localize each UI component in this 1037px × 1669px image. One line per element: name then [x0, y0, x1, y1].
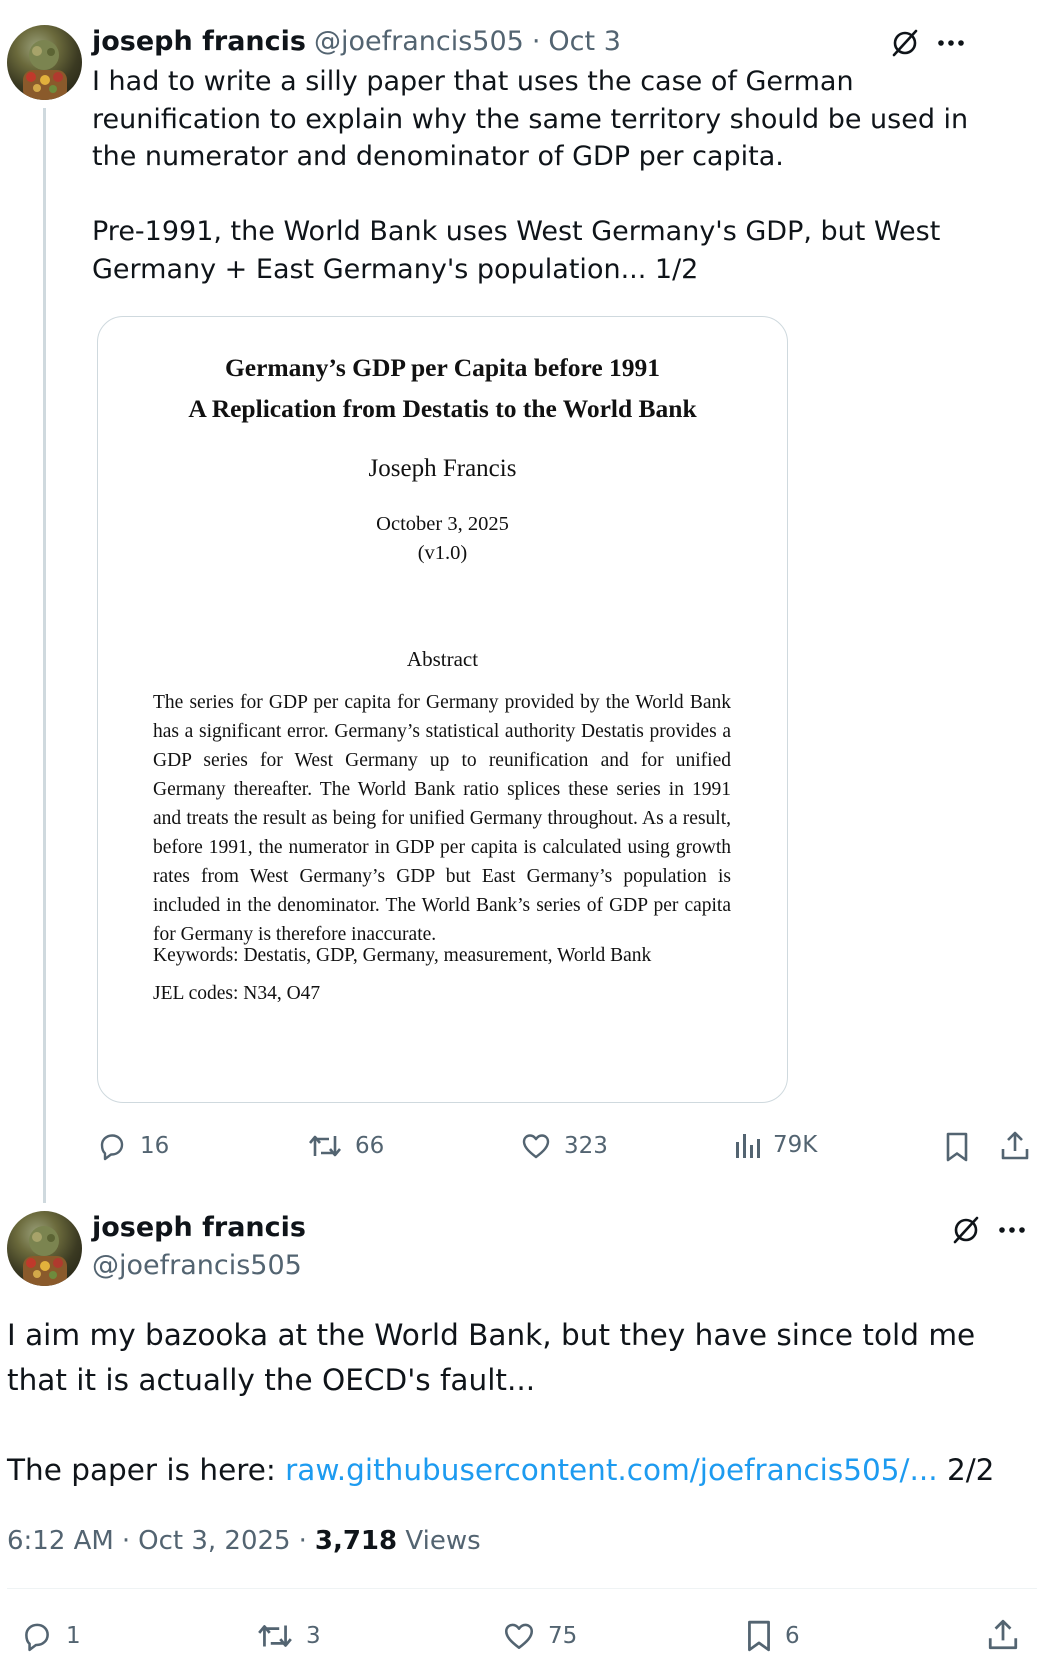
reply-button[interactable]: 1 — [20, 1619, 81, 1653]
display-name[interactable]: joseph francis — [92, 26, 306, 57]
reply-count: 1 — [66, 1623, 81, 1649]
reply-icon — [25, 1623, 49, 1652]
bookmark-button[interactable]: 6 — [745, 1619, 800, 1653]
share-button[interactable] — [985, 1617, 1021, 1653]
like-count: 75 — [548, 1623, 578, 1649]
views-button[interactable]: 79K — [733, 1130, 817, 1160]
share-button[interactable] — [998, 1129, 1032, 1163]
separator-dot: · — [298, 1526, 307, 1556]
repost-count: 66 — [355, 1133, 385, 1159]
reply-button[interactable]: 16 — [96, 1130, 169, 1162]
views-stat[interactable]: 3,718 Views — [315, 1526, 481, 1556]
paper-link[interactable]: raw.githubusercontent.com/joefrancis505/… — [285, 1453, 937, 1487]
avatar[interactable] — [7, 25, 82, 100]
bookmark-icon — [946, 1132, 968, 1162]
avatar-image — [23, 1226, 67, 1286]
views-count: 79K — [773, 1132, 818, 1158]
divider — [7, 1588, 1037, 1589]
repost-count: 3 — [306, 1623, 321, 1649]
abstract-heading: Abstract — [406, 647, 479, 671]
thread-connector-line — [43, 108, 46, 1203]
tweet2-meta: 6:12 AM · Oct 3, 2025 · 3,718 Views — [7, 1526, 481, 1556]
tweet2-text-line1: I aim my bazooka at the World Bank, but … — [7, 1318, 976, 1397]
like-button[interactable]: 323 — [520, 1130, 608, 1162]
handle[interactable]: @joefrancis505 — [92, 1250, 302, 1281]
more-icon[interactable] — [933, 25, 969, 61]
paper-title-line1: Germany’s GDP per Capita before 1991 — [224, 353, 661, 382]
views-count: 3,718 — [314, 1526, 398, 1556]
separator-dot: · — [531, 26, 541, 57]
repost-button[interactable]: 66 — [307, 1130, 384, 1162]
paper-author: Joseph Francis — [368, 455, 517, 482]
tweet-date[interactable]: Oct 3 — [548, 26, 620, 57]
paper-image-card[interactable]: Germany’s GDP per Capita before 1991 A R… — [97, 316, 788, 1103]
paper-jel-codes: JEL codes: N34, O47 — [153, 983, 321, 1004]
tweet2-text-line2: The paper is here: raw.githubusercontent… — [7, 1448, 1022, 1493]
avatar[interactable] — [7, 1211, 82, 1286]
grok-icon[interactable] — [887, 25, 923, 61]
thread-counter: 2/2 — [937, 1453, 995, 1487]
bookmark-button[interactable] — [940, 1130, 974, 1164]
avatar-image — [23, 40, 67, 100]
paper-version: (v1.0) — [417, 542, 468, 564]
like-button[interactable]: 75 — [502, 1619, 577, 1653]
tweet1-text: I had to write a silly paper that uses t… — [92, 66, 969, 285]
paper-keywords: Keywords: Destatis, GDP, Germany, measur… — [153, 945, 652, 966]
paper-date: October 3, 2025 — [376, 513, 509, 535]
reply-count: 16 — [140, 1133, 170, 1159]
repost-icon — [258, 1625, 292, 1647]
analytics-icon — [736, 1134, 760, 1158]
more-icon[interactable] — [994, 1212, 1030, 1248]
paper-link-prefix: The paper is here: — [7, 1453, 286, 1487]
abstract-text: The series for GDP per capita for German… — [153, 692, 731, 945]
repost-icon — [309, 1135, 341, 1157]
like-count: 323 — [564, 1133, 608, 1159]
share-icon — [988, 1619, 1018, 1650]
share-icon — [1001, 1131, 1029, 1160]
heart-icon — [504, 1623, 534, 1649]
heart-icon — [522, 1134, 550, 1159]
paper-title-line2: A Replication from Destatis to the World… — [188, 394, 697, 423]
tweet-date[interactable]: Oct 3, 2025 — [138, 1526, 290, 1556]
bookmark-count: 6 — [785, 1623, 800, 1649]
views-label: Views — [405, 1526, 481, 1556]
reply-icon — [100, 1134, 124, 1161]
tweet1-header: joseph francis @joefrancis505 · Oct 3 — [92, 26, 621, 57]
display-name[interactable]: joseph francis — [92, 1212, 306, 1243]
separator-dot: · — [121, 1526, 131, 1556]
bookmark-icon — [748, 1620, 770, 1652]
repost-button[interactable]: 3 — [256, 1619, 321, 1653]
handle[interactable]: @joefrancis505 — [314, 26, 524, 57]
tweet-time[interactable]: 6:12 AM — [7, 1526, 114, 1556]
grok-icon[interactable] — [948, 1212, 984, 1248]
